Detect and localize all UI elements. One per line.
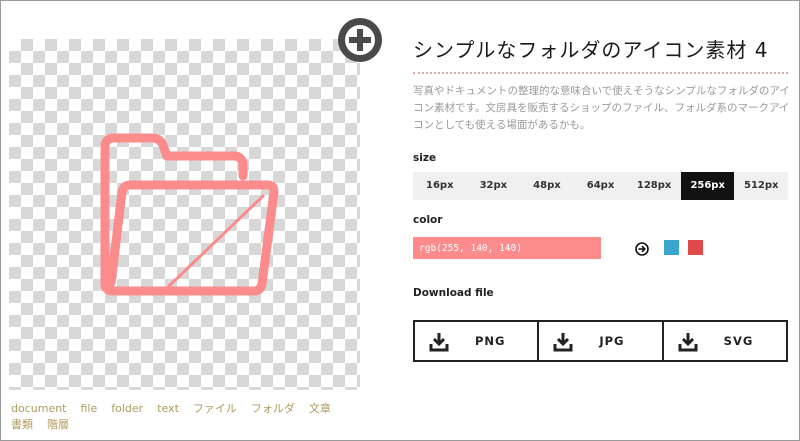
size-option-128px[interactable]: 128px: [627, 172, 681, 200]
color-preset-red[interactable]: [688, 240, 703, 255]
tag-link[interactable]: 階層: [47, 417, 69, 433]
download-format-label: SVG: [723, 334, 754, 348]
icon-description: 写真やドキュメントの整理的な意味合いで使えそうなシンプルなフォルダのアイコン素材…: [413, 85, 790, 131]
tag-link[interactable]: 書類: [11, 417, 33, 433]
download-format-label: PNG: [475, 334, 506, 348]
download-icon: [553, 333, 573, 352]
tag-list: document file folder text ファイル フォルダ 文章書類 階層: [11, 401, 366, 433]
tag-link[interactable]: document: [11, 401, 67, 417]
arrow-right-circle-icon: [635, 242, 649, 256]
tag-link[interactable]: folder: [111, 401, 143, 417]
color-preset-blue[interactable]: [664, 240, 679, 255]
tag-link[interactable]: フォルダ: [251, 401, 295, 417]
page-title: シンプルなフォルダのアイコン素材 4: [413, 38, 769, 62]
tag-link[interactable]: ファイル: [193, 401, 237, 417]
size-option-256px[interactable]: 256px: [680, 172, 735, 200]
tag-link[interactable]: 文章: [309, 401, 331, 417]
icon-preview: [9, 39, 360, 390]
download-buttons: PNG JPG SVG: [413, 320, 788, 362]
download-label: Download file: [413, 287, 494, 299]
color-input[interactable]: [413, 237, 601, 259]
download-icon: [429, 333, 449, 352]
size-option-16px[interactable]: 16px: [413, 172, 467, 200]
title-divider: [413, 72, 788, 74]
tag-link[interactable]: file: [81, 401, 98, 417]
color-label: color: [413, 214, 443, 226]
size-option-64px[interactable]: 64px: [574, 172, 628, 200]
size-selector: 16px 32px 48px 64px 128px 256px 512px: [413, 172, 788, 200]
download-icon: [678, 333, 698, 352]
apply-color-button[interactable]: [635, 241, 649, 256]
size-label: size: [413, 152, 437, 164]
size-option-32px[interactable]: 32px: [467, 172, 521, 200]
size-option-512px[interactable]: 512px: [734, 172, 788, 200]
tag-link[interactable]: text: [157, 401, 179, 417]
add-to-list-button[interactable]: [338, 18, 382, 62]
plus-circle-icon: [345, 25, 375, 55]
size-option-48px[interactable]: 48px: [520, 172, 574, 200]
download-jpg-button[interactable]: JPG: [539, 322, 664, 360]
open-folder-icon: [100, 133, 279, 296]
download-png-button[interactable]: PNG: [415, 322, 540, 360]
download-format-label: JPG: [599, 334, 625, 348]
download-svg-button[interactable]: SVG: [664, 322, 786, 360]
